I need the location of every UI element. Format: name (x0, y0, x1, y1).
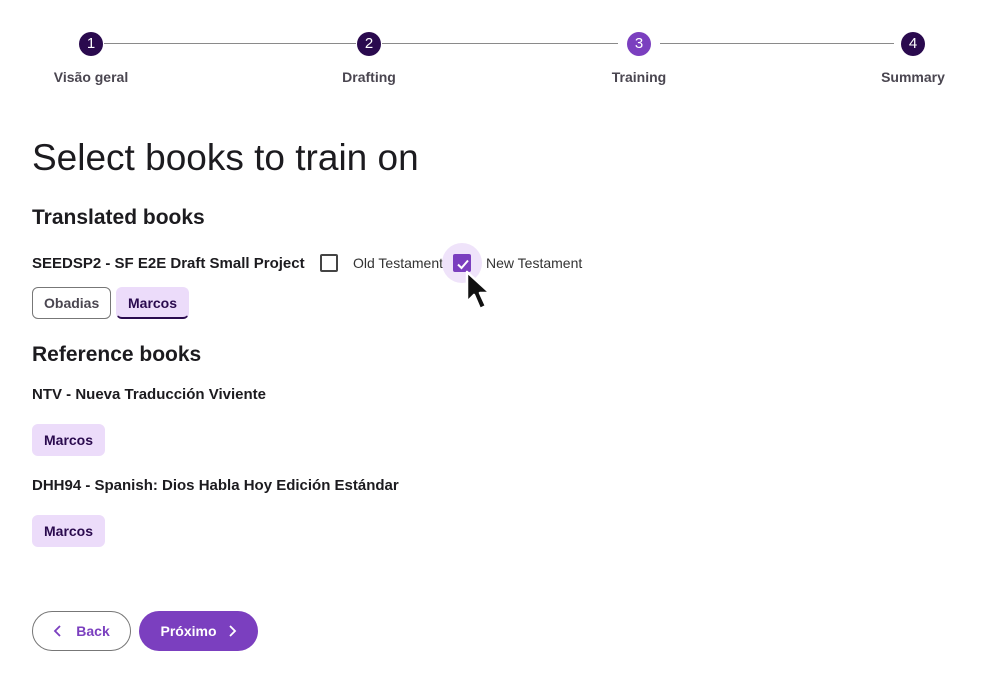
next-button-label: Próximo (160, 623, 217, 639)
step-number: 1 (79, 32, 103, 56)
step-number: 2 (357, 32, 381, 56)
step-overview[interactable]: 1 Visão geral (21, 32, 161, 85)
step-number: 4 (901, 32, 925, 56)
chevron-right-icon (228, 625, 236, 637)
step-label: Drafting (342, 69, 396, 85)
reference-source-name: DHH94 - Spanish: Dios Habla Hoy Edición … (32, 477, 399, 494)
next-button[interactable]: Próximo (139, 611, 258, 651)
step-label: Training (611, 69, 667, 85)
new-testament-label: New Testament (486, 255, 583, 271)
back-button-label: Back (76, 623, 110, 639)
page-title: Select books to train on (32, 137, 419, 178)
chevron-left-icon (53, 625, 61, 637)
old-testament-label: Old Testament (353, 255, 444, 271)
step-summary[interactable]: 4 Summary (843, 32, 983, 85)
checkbox-box (320, 254, 338, 272)
step-training[interactable]: 3 Training (569, 32, 709, 85)
stepper: 1 Visão geral 2 Drafting 3 Training 4 Su… (0, 0, 1000, 100)
step-drafting[interactable]: 2 Drafting (299, 32, 439, 85)
reference-book-chip-marcos[interactable]: Marcos (32, 424, 106, 456)
book-chip-marcos[interactable]: Marcos (116, 287, 190, 319)
mouse-cursor-icon (465, 270, 492, 311)
old-testament-checkbox[interactable] (320, 254, 338, 272)
step-label: Summary (881, 69, 945, 85)
step-number: 3 (627, 32, 651, 56)
translated-project-name: SEEDSP2 - SF E2E Draft Small Project (32, 255, 305, 272)
step-label: Visão geral (53, 69, 129, 85)
reference-book-chip-marcos[interactable]: Marcos (32, 515, 106, 547)
testament-checkboxes: Old Testament New Testament (320, 243, 592, 283)
translated-books-heading: Translated books (32, 206, 205, 229)
checkmark-icon (457, 259, 469, 270)
book-chip-obadias[interactable]: Obadias (32, 287, 112, 319)
reference-source-name: NTV - Nueva Traducción Viviente (32, 386, 266, 403)
reference-books-heading: Reference books (32, 343, 202, 366)
back-button[interactable]: Back (32, 611, 131, 651)
